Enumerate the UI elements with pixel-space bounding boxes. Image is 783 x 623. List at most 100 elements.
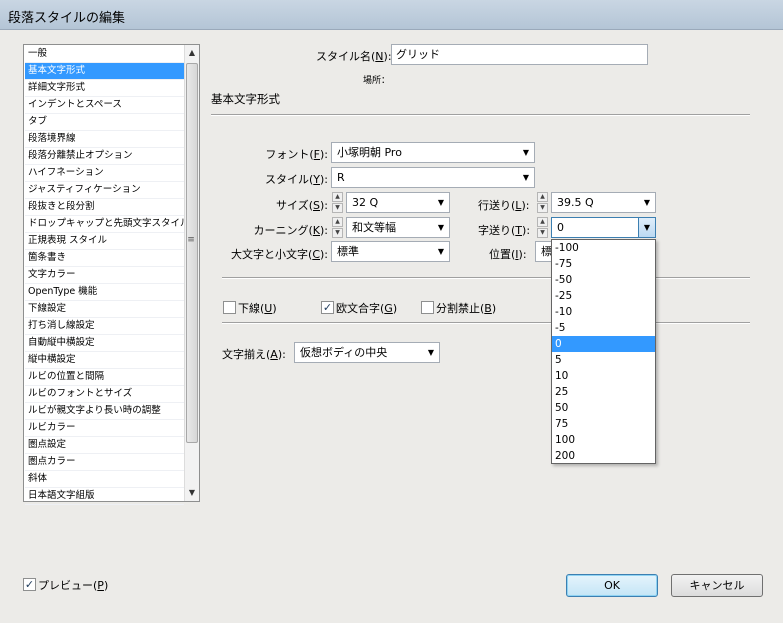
category-item[interactable]: 段落境界線 xyxy=(25,131,184,148)
category-item[interactable]: タブ xyxy=(25,114,184,131)
category-item[interactable]: OpenType 機能 xyxy=(25,284,184,301)
category-item[interactable]: 基本文字形式 xyxy=(25,63,184,80)
tracking-option[interactable]: -50 xyxy=(552,272,655,288)
font-label: フォント(F): xyxy=(265,148,328,161)
size-label: サイズ(S): xyxy=(276,199,328,212)
leading-value: 39.5 Q xyxy=(557,196,594,209)
tracking-option[interactable]: -5 xyxy=(552,320,655,336)
divider-2 xyxy=(222,322,750,324)
ok-button[interactable]: OK xyxy=(566,574,658,597)
step-up-icon[interactable]: ▲ xyxy=(537,192,548,202)
underline-checkbox[interactable] xyxy=(223,301,236,314)
category-item[interactable]: 斜体 xyxy=(25,471,184,488)
step-up-icon[interactable]: ▲ xyxy=(537,217,548,227)
kerning-dropdown[interactable]: 和文等幅 ▼ xyxy=(346,217,450,238)
tracking-label: 字送り(T): xyxy=(478,224,531,237)
triangle-down-icon[interactable]: ▼ xyxy=(638,218,655,237)
category-item[interactable]: 段落分離禁止オプション xyxy=(25,148,184,165)
alignment-dropdown[interactable]: 仮想ボディの中央 ▼ xyxy=(294,342,440,363)
font-value: 小塚明朝 Pro xyxy=(337,146,402,159)
no-break-label[interactable]: 分割禁止(B) xyxy=(436,300,496,316)
checkmark-icon: ✓ xyxy=(24,578,35,591)
tracking-option[interactable]: 100 xyxy=(552,432,655,448)
tracking-option[interactable]: -100 xyxy=(552,240,655,256)
size-value: 32 Q xyxy=(352,196,379,209)
grip-icon: ≡ xyxy=(187,235,195,245)
section-divider xyxy=(211,114,750,116)
step-up-icon[interactable]: ▲ xyxy=(332,192,343,202)
tracking-option[interactable]: 0 xyxy=(552,336,655,352)
scroll-up-icon[interactable]: ▲ xyxy=(185,46,199,60)
style-value: R xyxy=(337,171,345,184)
category-item[interactable]: ジャスティフィケーション xyxy=(25,182,184,199)
font-dropdown[interactable]: 小塚明朝 Pro ▼ xyxy=(331,142,535,163)
category-item[interactable]: ハイフネーション xyxy=(25,165,184,182)
category-item[interactable]: 圏点カラー xyxy=(25,454,184,471)
style-name-input[interactable]: グリッド xyxy=(391,44,648,65)
category-scrollbar[interactable]: ▲ ≡ ▼ xyxy=(184,45,199,501)
tracking-option[interactable]: 200 xyxy=(552,448,655,464)
kerning-label: カーニング(K): xyxy=(253,224,328,237)
style-dropdown[interactable]: R ▼ xyxy=(331,167,535,188)
category-items: 一般 基本文字形式 詳細文字形式 インデントとスペース タブ 段落境界線 段落分離禁止オプシ… xyxy=(25,46,184,505)
tracking-option[interactable]: -10 xyxy=(552,304,655,320)
step-down-icon[interactable]: ▼ xyxy=(332,228,343,238)
category-item[interactable]: 下線設定 xyxy=(25,301,184,318)
triangle-down-icon: ▼ xyxy=(643,198,650,207)
tracking-option[interactable]: 75 xyxy=(552,416,655,432)
category-item[interactable]: ルビの位置と間隔 xyxy=(25,369,184,386)
step-down-icon[interactable]: ▼ xyxy=(537,228,548,238)
step-down-icon[interactable]: ▼ xyxy=(537,203,548,213)
tracking-dropdown[interactable]: 0 ▼ xyxy=(551,217,656,238)
category-item[interactable]: 文字カラー xyxy=(25,267,184,284)
style-name-label: スタイル名(N): xyxy=(316,50,392,63)
category-item[interactable]: ドロップキャップと先頭文字スタイル xyxy=(25,216,184,233)
category-item[interactable]: 段抜きと段分割 xyxy=(25,199,184,216)
preview-label[interactable]: プレビュー(P) xyxy=(38,577,108,593)
tracking-option[interactable]: 50 xyxy=(552,400,655,416)
underline-label[interactable]: 下線(U) xyxy=(238,300,277,316)
case-value: 標準 xyxy=(337,245,359,258)
tracking-options-list[interactable]: -100 -75 -50 -25 -10 -5 0 5 10 25 50 75 100 200 xyxy=(551,239,656,464)
leading-dropdown[interactable]: 39.5 Q ▼ xyxy=(551,192,656,213)
triangle-down-icon: ▼ xyxy=(437,247,444,256)
leading-label: 行送り(L): xyxy=(478,199,530,212)
category-item[interactable]: 一般 xyxy=(25,46,184,63)
tracking-option[interactable]: -25 xyxy=(552,288,655,304)
kerning-stepper[interactable]: ▲ ▼ xyxy=(332,217,344,238)
category-item[interactable]: 自動縦中横設定 xyxy=(25,335,184,352)
step-up-icon[interactable]: ▲ xyxy=(332,217,343,227)
category-item[interactable]: 縦中横設定 xyxy=(25,352,184,369)
category-item[interactable]: 正規表現 スタイル xyxy=(25,233,184,250)
category-item[interactable]: 箇条書き xyxy=(25,250,184,267)
cancel-button[interactable]: キャンセル xyxy=(671,574,763,597)
no-break-checkbox[interactable] xyxy=(421,301,434,314)
preview-checkbox[interactable]: ✓ xyxy=(23,578,36,591)
category-list[interactable]: 一般 基本文字形式 詳細文字形式 インデントとスペース タブ 段落境界線 段落分離禁止オプシ… xyxy=(23,44,200,505)
tracking-option[interactable]: 25 xyxy=(552,384,655,400)
tracking-option[interactable]: 5 xyxy=(552,352,655,368)
step-down-icon[interactable]: ▼ xyxy=(332,203,343,213)
category-item[interactable]: ルビのフォントとサイズ xyxy=(25,386,184,403)
tracking-option[interactable]: 10 xyxy=(552,368,655,384)
category-item[interactable]: インデントとスペース xyxy=(25,97,184,114)
position-label: 位置(I): xyxy=(489,248,527,261)
scroll-down-icon[interactable]: ▼ xyxy=(185,486,199,500)
category-item[interactable]: 打ち消し線設定 xyxy=(25,318,184,335)
category-item[interactable]: ルビが親文字より長い時の調整 xyxy=(25,403,184,420)
case-label: 大文字と小文字(C): xyxy=(231,248,328,261)
kerning-value: 和文等幅 xyxy=(352,221,396,234)
scroll-thumb[interactable] xyxy=(186,63,198,443)
size-dropdown[interactable]: 32 Q ▼ xyxy=(346,192,450,213)
tracking-stepper[interactable]: ▲ ▼ xyxy=(537,217,549,238)
size-stepper[interactable]: ▲ ▼ xyxy=(332,192,344,213)
category-item[interactable]: 圏点設定 xyxy=(25,437,184,454)
category-item[interactable]: 詳細文字形式 xyxy=(25,80,184,97)
ligatures-label[interactable]: 欧文合字(G) xyxy=(336,300,397,316)
leading-stepper[interactable]: ▲ ▼ xyxy=(537,192,549,213)
category-item[interactable]: 日本語文字組版 xyxy=(25,488,184,505)
category-item[interactable]: ルビカラー xyxy=(25,420,184,437)
case-dropdown[interactable]: 標準 ▼ xyxy=(331,241,450,262)
ligatures-checkbox[interactable]: ✓ xyxy=(321,301,334,314)
tracking-option[interactable]: -75 xyxy=(552,256,655,272)
